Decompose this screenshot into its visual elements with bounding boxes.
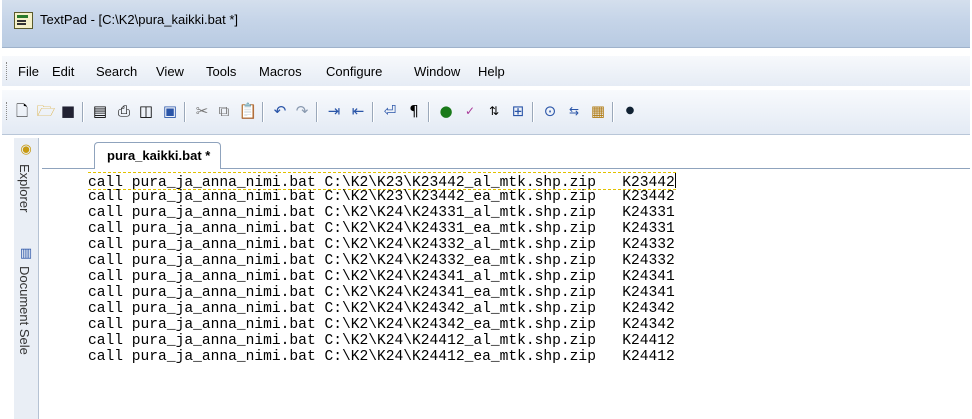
toolbar: 🗋 🗁 ■ ▤ ⎙ ◫ ▣ ✂ ⧉ 📋 ↶ ↷ ⇥ ⇤ ⏎ ¶ ● ✓ ⇅ ⊞ …: [2, 90, 970, 135]
menu-window[interactable]: Window: [414, 64, 460, 79]
spell-check-icon[interactable]: ✓: [460, 100, 480, 122]
record-macro-icon[interactable]: ●: [620, 100, 640, 122]
editor-area[interactable]: call pura_ja_anna_nimi.bat C:\K2\K23\K23…: [42, 169, 970, 419]
copy-icon[interactable]: ⧉: [214, 100, 234, 122]
document-tab[interactable]: pura_kaikki.bat *: [94, 142, 222, 170]
menu-search[interactable]: Search: [96, 64, 137, 79]
editor-line[interactable]: call pura_ja_anna_nimi.bat C:\K2\K24\K24…: [88, 285, 675, 301]
editor-line[interactable]: call pura_ja_anna_nimi.bat C:\K2\K24\K24…: [88, 349, 675, 365]
outdent-icon[interactable]: ⇤: [348, 100, 368, 122]
new-file-icon[interactable]: 🗋: [12, 100, 32, 122]
compare-icon[interactable]: ⊞: [508, 100, 528, 122]
menu-tools[interactable]: Tools: [206, 64, 236, 79]
toolbar-separator: [428, 102, 430, 122]
redo-icon[interactable]: ↷: [292, 100, 312, 122]
undo-icon[interactable]: ↶: [270, 100, 290, 122]
toolbar-separator: [372, 102, 374, 122]
toolbar-separator: [184, 102, 186, 122]
find-icon[interactable]: ⊙: [540, 100, 560, 122]
side-panel: ◉ Explorer ▥ Document Sele: [14, 138, 39, 419]
textpad-window: TextPad - [C:\K2\pura_kaikki.bat *] File…: [2, 0, 970, 419]
toolbar-separator: [316, 102, 318, 122]
toolbar-separator: [532, 102, 534, 122]
print-preview-icon[interactable]: ◫: [136, 100, 156, 122]
print-icon[interactable]: ⎙: [114, 100, 134, 122]
menu-file[interactable]: File: [18, 64, 39, 79]
save-all-icon[interactable]: ▤: [90, 100, 110, 122]
window-title: TextPad - [C:\K2\pura_kaikki.bat *]: [40, 12, 238, 27]
textpad-app-icon[interactable]: [14, 12, 33, 29]
editor-line[interactable]: call pura_ja_anna_nimi.bat C:\K2\K24\K24…: [88, 269, 675, 285]
editor-line[interactable]: call pura_ja_anna_nimi.bat C:\K2\K24\K24…: [88, 301, 675, 317]
toolbar-grip[interactable]: [6, 102, 9, 120]
indent-icon[interactable]: ⇥: [324, 100, 344, 122]
editor-line[interactable]: call pura_ja_anna_nimi.bat C:\K2\K24\K24…: [88, 205, 675, 221]
menubar-grip[interactable]: [6, 62, 9, 80]
editor-line[interactable]: call pura_ja_anna_nimi.bat C:\K2\K23\K23…: [88, 172, 676, 191]
editor-line[interactable]: call pura_ja_anna_nimi.bat C:\K2\K24\K24…: [88, 317, 675, 333]
document-properties-icon[interactable]: ▣: [160, 100, 180, 122]
toolbar-separator: [612, 102, 614, 122]
explorer-icon[interactable]: ◉: [18, 142, 34, 158]
document-tab-bar: pura_kaikki.bat *: [42, 138, 970, 170]
paste-icon[interactable]: 📋: [238, 100, 258, 122]
save-icon[interactable]: ■: [58, 100, 78, 122]
editor-line[interactable]: call pura_ja_anna_nimi.bat C:\K2\K24\K24…: [88, 237, 675, 253]
editor-line[interactable]: call pura_ja_anna_nimi.bat C:\K2\K24\K24…: [88, 253, 675, 269]
editor-line[interactable]: call pura_ja_anna_nimi.bat C:\K2\K24\K24…: [88, 333, 675, 349]
menu-bar: File Edit Search View Tools Macros Confi…: [2, 56, 970, 86]
editor-line[interactable]: call pura_ja_anna_nimi.bat C:\K2\K23\K23…: [88, 189, 675, 205]
toolbar-separator: [82, 102, 84, 122]
explorer-tab[interactable]: Explorer: [17, 164, 32, 212]
open-file-icon[interactable]: 🗁: [36, 100, 56, 122]
show-formatting-icon[interactable]: ¶: [404, 100, 424, 122]
menu-edit[interactable]: Edit: [52, 64, 74, 79]
word-wrap-icon[interactable]: ⏎: [380, 100, 400, 122]
toolbar-separator: [262, 102, 264, 122]
document-selector-tab[interactable]: Document Sele: [17, 266, 32, 355]
menu-macros[interactable]: Macros: [259, 64, 302, 79]
web-browser-icon[interactable]: ●: [436, 100, 456, 122]
document-selector-icon[interactable]: ▥: [18, 246, 34, 262]
editor-line[interactable]: call pura_ja_anna_nimi.bat C:\K2\K24\K24…: [88, 221, 675, 237]
cut-icon[interactable]: ✂: [192, 100, 212, 122]
replace-icon[interactable]: ⇆: [564, 100, 584, 122]
text-caret: [674, 173, 676, 188]
menu-view[interactable]: View: [156, 64, 184, 79]
menu-configure[interactable]: Configure: [326, 64, 382, 79]
menu-help[interactable]: Help: [478, 64, 505, 79]
sort-icon[interactable]: ⇅: [484, 100, 504, 122]
find-in-files-icon[interactable]: ▦: [588, 100, 608, 122]
title-bar[interactable]: TextPad - [C:\K2\pura_kaikki.bat *]: [2, 0, 970, 48]
